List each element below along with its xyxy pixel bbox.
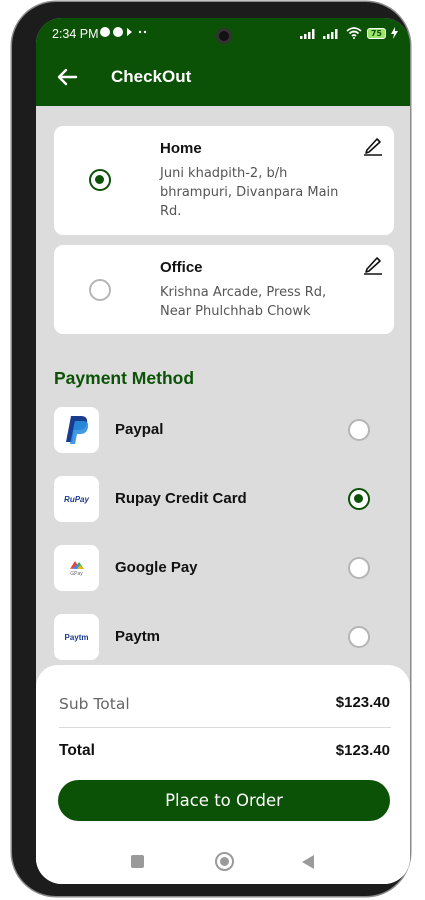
wifi-icon bbox=[346, 27, 362, 39]
phone-frame: 2:34 PM 75 CheckOut Home Juni khadpith-2… bbox=[12, 2, 410, 896]
payment-label: Paytm bbox=[115, 628, 161, 645]
payment-radio-rupay[interactable] bbox=[348, 488, 370, 510]
place-order-button[interactable]: Place to Order bbox=[58, 780, 390, 821]
google-pay-icon bbox=[69, 561, 84, 569]
back-arrow-icon[interactable] bbox=[52, 62, 82, 92]
google-pay-logo-text: GPay bbox=[70, 571, 83, 577]
recent-apps-icon[interactable] bbox=[131, 855, 144, 868]
paytm-logo-icon: Paytm bbox=[54, 614, 99, 660]
status-time: 2:34 PM bbox=[52, 27, 99, 41]
signal-icon-2 bbox=[322, 28, 338, 39]
address-card-home[interactable]: Home Juni khadpith-2, b/h bhrampuri, Div… bbox=[54, 126, 394, 235]
payment-label: Rupay Credit Card bbox=[115, 490, 247, 507]
total-value: $123.40 bbox=[335, 742, 390, 759]
total-label: Total bbox=[59, 742, 95, 759]
payment-label: Google Pay bbox=[115, 559, 198, 576]
notification-icons bbox=[100, 26, 150, 41]
rupay-logo-text: RuPay bbox=[64, 494, 89, 504]
payment-radio-paytm[interactable] bbox=[348, 626, 370, 648]
payment-radio-google-pay[interactable] bbox=[348, 557, 370, 579]
address-title: Home bbox=[160, 140, 202, 157]
status-right-icons: 75 bbox=[299, 27, 398, 39]
payment-option-paytm[interactable]: Paytm Paytm bbox=[54, 614, 394, 662]
payment-radio-paypal[interactable] bbox=[348, 419, 370, 441]
summary-divider bbox=[59, 727, 391, 728]
edit-pencil-icon[interactable] bbox=[362, 134, 384, 156]
signal-icon bbox=[299, 28, 315, 39]
paytm-logo-text: Paytm bbox=[64, 632, 89, 642]
edit-pencil-icon[interactable] bbox=[362, 253, 384, 275]
address-card-office[interactable]: Office Krishna Arcade, Press Rd, Near Ph… bbox=[54, 245, 394, 334]
payment-label: Paypal bbox=[115, 421, 164, 438]
payment-option-paypal[interactable]: Paypal bbox=[54, 407, 394, 455]
charging-icon bbox=[391, 27, 398, 39]
app-screen: 2:34 PM 75 CheckOut Home Juni khadpith-2… bbox=[36, 18, 410, 884]
payment-option-google-pay[interactable]: GPay Google Pay bbox=[54, 545, 394, 593]
payment-option-rupay[interactable]: RuPay Rupay Credit Card bbox=[54, 476, 394, 524]
address-text: Juni khadpith-2, b/h bhrampuri, Divanpar… bbox=[160, 166, 339, 219]
subtotal-label: Sub Total bbox=[59, 695, 130, 713]
app-bar: CheckOut bbox=[36, 50, 410, 106]
address-radio-office[interactable] bbox=[89, 279, 111, 301]
subtotal-value: $123.40 bbox=[335, 694, 390, 711]
address-radio-home[interactable] bbox=[89, 169, 111, 191]
nav-back-icon[interactable] bbox=[302, 855, 314, 869]
rupay-logo-icon: RuPay bbox=[54, 476, 99, 522]
page-title: CheckOut bbox=[111, 67, 192, 86]
notification-icon bbox=[100, 27, 147, 37]
google-pay-logo-icon: GPay bbox=[54, 545, 99, 591]
home-icon[interactable] bbox=[215, 852, 234, 871]
address-title: Office bbox=[160, 259, 203, 276]
paypal-logo-icon bbox=[54, 407, 99, 453]
battery-icon: 75 bbox=[366, 27, 386, 39]
front-camera bbox=[216, 28, 232, 44]
address-text: Krishna Arcade, Press Rd, Near Phulchhab… bbox=[160, 285, 327, 319]
payment-method-heading: Payment Method bbox=[54, 368, 195, 388]
paypal-icon bbox=[65, 416, 88, 444]
status-bar: 2:34 PM 75 bbox=[36, 18, 410, 50]
system-nav-bar bbox=[36, 836, 410, 884]
